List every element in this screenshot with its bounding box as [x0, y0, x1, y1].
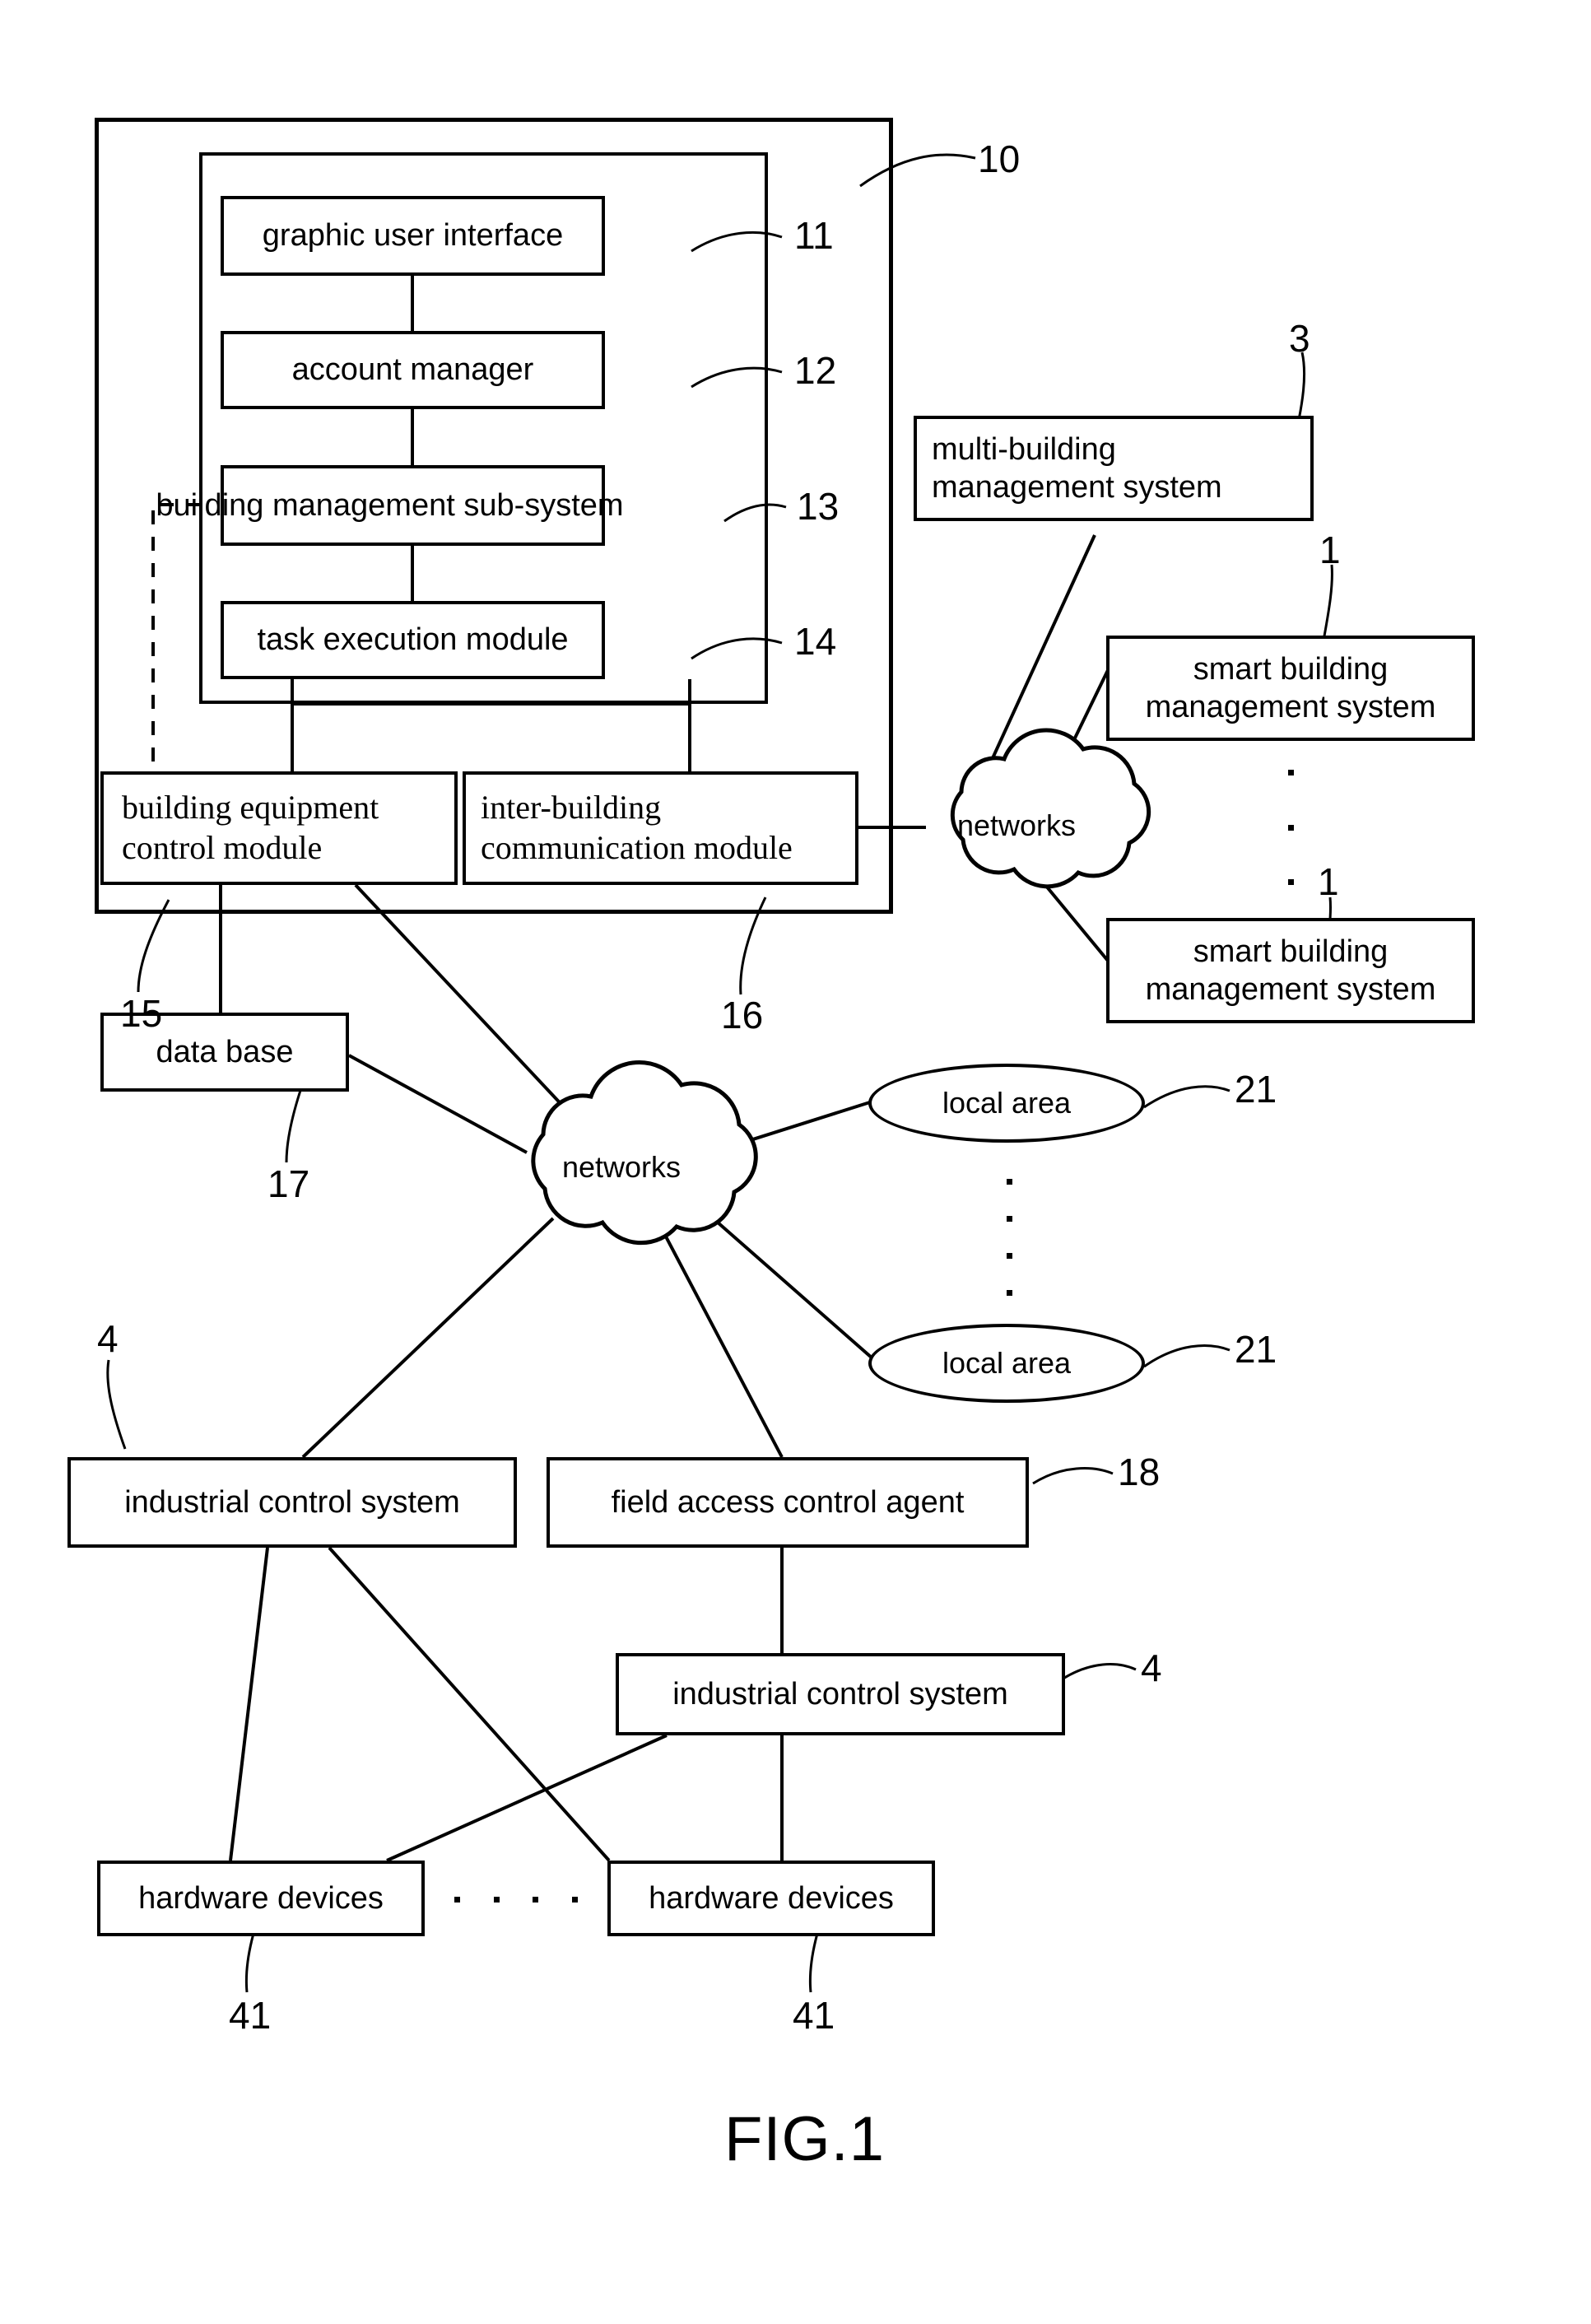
- link-networks-to-facа: [657, 1222, 784, 1458]
- link-database-to-networks: [348, 1054, 528, 1154]
- account-manager-box[interactable]: account manager: [221, 331, 605, 409]
- ref-21-bottom: 21: [1235, 1330, 1277, 1368]
- ref-3-text: 3: [1289, 317, 1310, 360]
- figure-canvas: graphic user interface account manager b…: [0, 0, 1591, 2324]
- ref-16-text: 16: [721, 994, 764, 1036]
- ref-3: 3: [1289, 319, 1310, 357]
- task-execution-module-box[interactable]: task execution module: [221, 601, 605, 679]
- link-icsleft-to-hwleft: [229, 1547, 269, 1861]
- smart-building-management-system-bottom-line2: management system: [1145, 972, 1436, 1007]
- hardware-devices-right-label: hardware devices: [649, 1880, 894, 1916]
- multi-building-management-system-box[interactable]: multi-building management system: [914, 416, 1314, 521]
- ref-13-text: 13: [797, 485, 840, 528]
- building-equipment-control-module-line2: control module: [122, 829, 323, 866]
- building-management-sub-system-label: building management sub-system: [156, 487, 624, 523]
- field-access-control-agent-box[interactable]: field access control agent: [547, 1457, 1029, 1548]
- local-area-vertical-ellipsis: [1006, 1179, 1012, 1296]
- ref-41-right: 41: [793, 1996, 835, 2034]
- ref-1-top: 1: [1319, 531, 1341, 569]
- ref-4-right: 4: [1141, 1649, 1162, 1687]
- ref-21-top: 21: [1235, 1070, 1277, 1108]
- inter-building-communication-module-line2: communication module: [481, 829, 793, 866]
- ref-16: 16: [721, 996, 763, 1034]
- industrial-control-system-left-box[interactable]: industrial control system: [67, 1457, 517, 1548]
- ref-14: 14: [794, 622, 836, 660]
- networks-lower-text: networks: [561, 1150, 682, 1184]
- networks-cloud-upper-label[interactable]: networks: [926, 811, 1107, 841]
- hardware-devices-left-box[interactable]: hardware devices: [97, 1861, 425, 1936]
- building-equipment-control-module-box[interactable]: building equipment control module: [100, 771, 458, 885]
- data-base-label: data base: [156, 1034, 294, 1069]
- link-networks-to-ics-left: [301, 1217, 555, 1459]
- smart-building-management-system-top-line2: management system: [1145, 690, 1436, 724]
- smart-building-management-system-top-line1: smart building: [1193, 651, 1389, 687]
- link-networks-to-localarea-bottom: [702, 1209, 874, 1360]
- leader-4-right: [1061, 1663, 1137, 1681]
- inter-building-communication-module-box[interactable]: inter-building communication module: [463, 771, 858, 885]
- leader-21-bottom: [1143, 1344, 1230, 1368]
- building-equipment-control-module-line1: building equipment: [122, 789, 379, 827]
- hardware-devices-right-box[interactable]: hardware devices: [607, 1861, 935, 1936]
- link-icsleft-to-hwright: [328, 1546, 611, 1862]
- ref-1-bottom: 1: [1318, 863, 1339, 901]
- ref-11: 11: [794, 217, 834, 254]
- local-area-bottom-ellipse[interactable]: local area: [868, 1324, 1145, 1403]
- ref-17: 17: [267, 1165, 309, 1203]
- account-manager-label: account manager: [291, 352, 534, 388]
- industrial-control-system-right-box[interactable]: industrial control system: [616, 1653, 1065, 1735]
- ref-11-text: 11: [794, 214, 834, 257]
- figure-caption-text: FIG.1: [724, 2104, 886, 2174]
- ref-41-left-text: 41: [229, 1994, 272, 2037]
- ref-4-left-text: 4: [97, 1317, 119, 1360]
- hardware-devices-left-label: hardware devices: [138, 1880, 384, 1916]
- hardware-devices-horizontal-ellipsis: [454, 1896, 578, 1903]
- ref-12-text: 12: [794, 349, 837, 392]
- leader-18: [1032, 1467, 1114, 1485]
- ref-41-left: 41: [229, 1996, 271, 2034]
- local-area-top-ellipse[interactable]: local area: [868, 1064, 1145, 1143]
- ref-13: 13: [797, 487, 839, 525]
- smart-building-systems-vertical-ellipsis: [1287, 770, 1294, 885]
- ref-1-top-text: 1: [1319, 529, 1341, 571]
- smart-building-management-system-bottom-line1: smart building: [1193, 934, 1389, 969]
- graphic-user-interface-label: graphic user interface: [262, 218, 564, 254]
- ref-18: 18: [1118, 1453, 1160, 1491]
- ref-10-text: 10: [978, 137, 1021, 180]
- industrial-control-system-left-label: industrial control system: [124, 1484, 460, 1520]
- multi-building-management-system-line2: management system: [932, 470, 1222, 505]
- ref-41-right-text: 41: [793, 1994, 835, 2037]
- ref-12: 12: [794, 352, 836, 389]
- industrial-control-system-right-label: industrial control system: [672, 1676, 1008, 1712]
- ref-21-bottom-text: 21: [1235, 1328, 1277, 1371]
- ref-17-text: 17: [267, 1162, 310, 1205]
- ref-4-left: 4: [97, 1320, 119, 1358]
- leader-4-left: [106, 1359, 127, 1450]
- ref-10: 10: [978, 140, 1020, 178]
- link-icsright-to-hwleft: [386, 1734, 668, 1862]
- local-area-top-label: local area: [942, 1086, 1072, 1120]
- ref-1-bottom-text: 1: [1318, 860, 1339, 903]
- graphic-user-interface-box[interactable]: graphic user interface: [221, 196, 605, 276]
- networks-cloud-lower-label[interactable]: networks: [531, 1153, 712, 1182]
- ref-14-text: 14: [794, 620, 837, 663]
- networks-upper-text: networks: [956, 808, 1077, 842]
- ref-15: 15: [120, 994, 162, 1032]
- ref-4-right-text: 4: [1141, 1646, 1162, 1689]
- local-area-bottom-label: local area: [942, 1346, 1072, 1380]
- smart-building-management-system-top-box[interactable]: smart building management system: [1106, 636, 1475, 741]
- multi-building-management-system-line1: multi-building: [932, 431, 1116, 467]
- ref-18-text: 18: [1118, 1451, 1161, 1493]
- ref-21-top-text: 21: [1235, 1068, 1277, 1111]
- field-access-control-agent-label: field access control agent: [611, 1484, 965, 1520]
- smart-building-management-system-bottom-box[interactable]: smart building management system: [1106, 918, 1475, 1023]
- ref-15-text: 15: [120, 992, 163, 1035]
- leader-21-top: [1143, 1085, 1230, 1109]
- leader-1-top: [1322, 564, 1333, 641]
- inter-building-communication-module-line1: inter-building: [481, 789, 662, 827]
- building-management-sub-system-box[interactable]: building management sub-system: [156, 465, 624, 546]
- figure-caption: FIG.1: [724, 2103, 885, 2175]
- task-execution-module-label: task execution module: [257, 622, 569, 658]
